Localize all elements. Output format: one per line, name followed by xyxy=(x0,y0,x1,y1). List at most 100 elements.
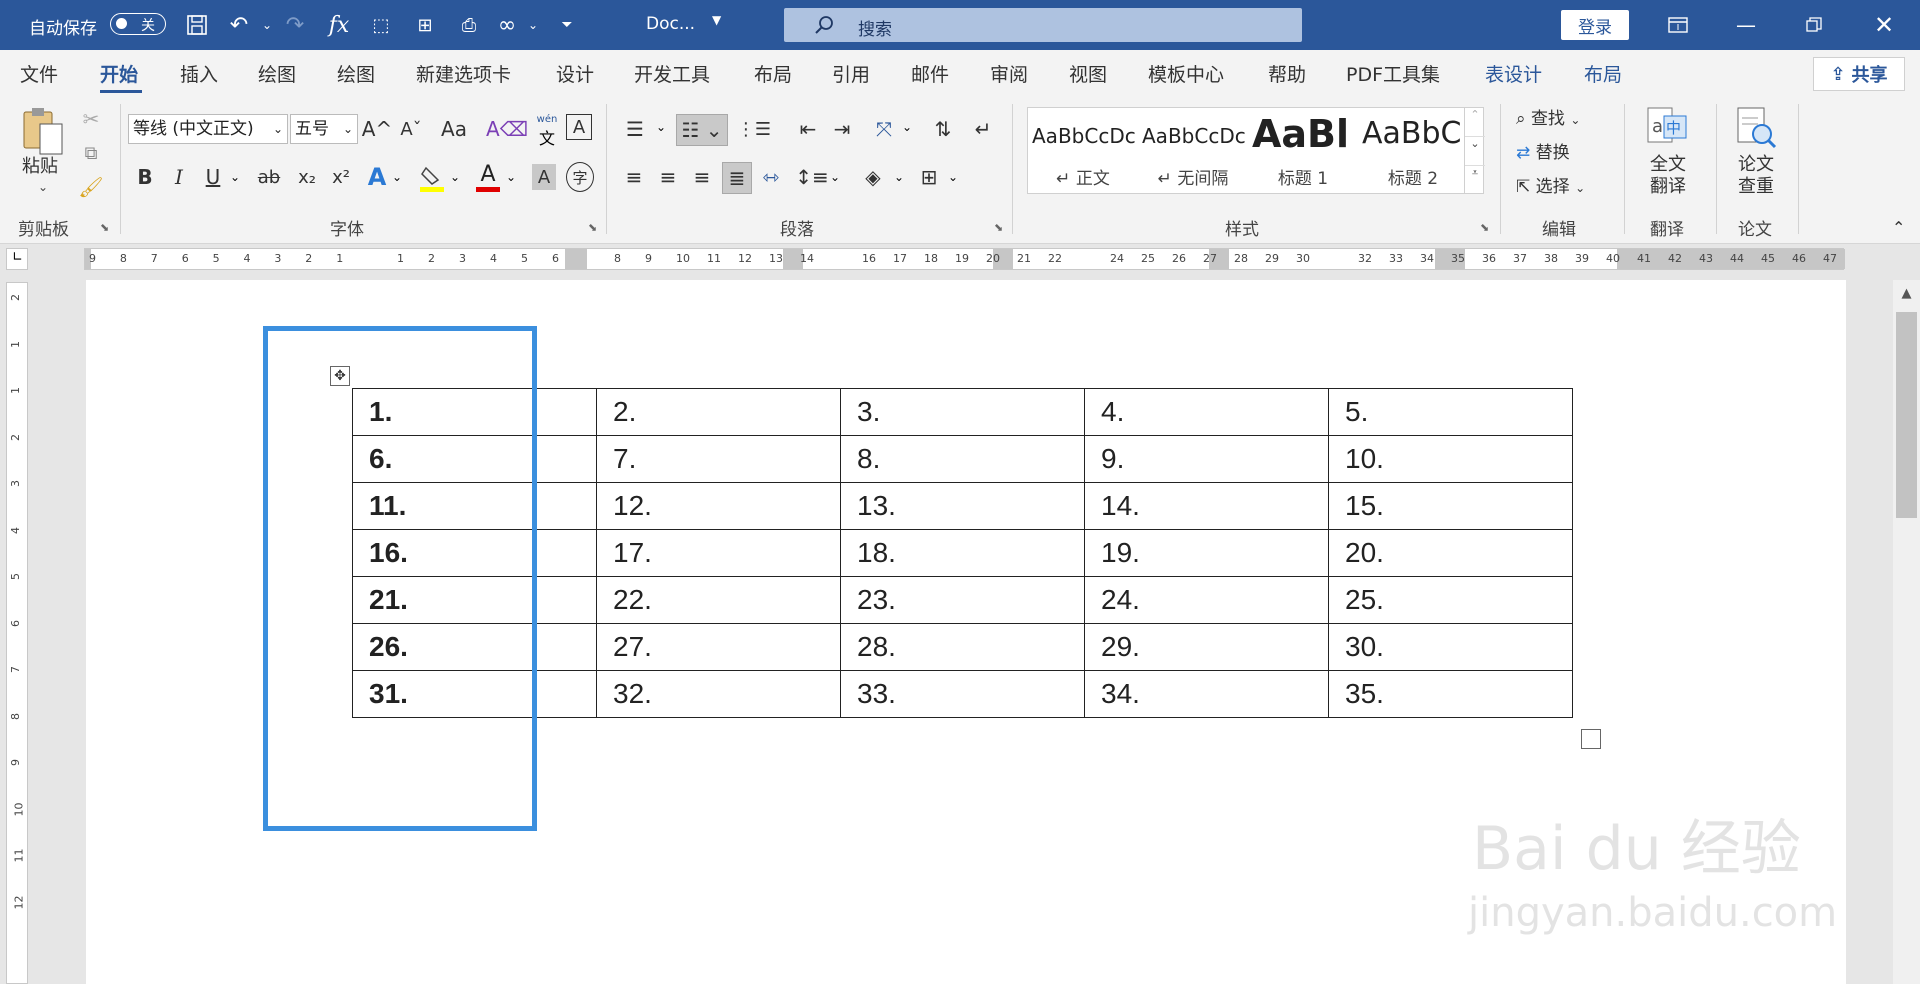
text-effects-icon[interactable]: A xyxy=(364,162,390,192)
table-cell[interactable]: 7. xyxy=(596,435,841,483)
clipboard-launcher-icon[interactable]: ⬊ xyxy=(100,221,109,234)
undo-dropdown-icon[interactable]: ⌄ xyxy=(252,10,282,40)
line-spacing-dropdown-icon[interactable]: ⌄ xyxy=(830,170,840,184)
hierarchy-icon[interactable]: ⊞ xyxy=(410,10,440,40)
font-launcher-icon[interactable]: ⬊ xyxy=(588,221,597,234)
superscript-button[interactable]: x² xyxy=(326,162,356,192)
tab-references[interactable]: 引用 xyxy=(832,60,870,87)
font-color-dropdown-icon[interactable]: ⌄ xyxy=(506,170,516,184)
search-input[interactable]: 搜索 xyxy=(784,8,1302,42)
align-left-icon[interactable]: ≡ xyxy=(620,162,648,192)
paper-check-label[interactable]: 论文 查重 xyxy=(1733,154,1779,198)
italic-button[interactable]: I xyxy=(166,162,192,192)
underline-button[interactable]: U xyxy=(200,162,226,192)
highlight-dropdown-icon[interactable]: ⌄ xyxy=(450,170,460,184)
shrink-font-button[interactable]: Aˇ xyxy=(396,114,426,144)
table-cell[interactable]: 12. xyxy=(596,482,841,530)
style-scroll-up-icon[interactable]: ⌃ xyxy=(1465,108,1485,136)
infinity-dropdown-icon[interactable]: ⌄ xyxy=(518,10,548,40)
table-cell[interactable]: 34. xyxy=(1084,670,1329,718)
scroll-up-icon[interactable]: ▲ xyxy=(1893,280,1920,306)
select-objects-icon[interactable]: ⬚ xyxy=(366,10,396,40)
login-button[interactable]: 登录 xyxy=(1561,10,1629,40)
doc-name-dropdown-icon[interactable]: ▼ xyxy=(712,13,721,27)
bold-button[interactable]: B xyxy=(132,162,158,192)
tab-file[interactable]: 文件 xyxy=(20,60,58,87)
tab-selector[interactable]: ∟ xyxy=(6,248,28,270)
paste-dropdown-icon[interactable]: ⌄ xyxy=(38,180,48,194)
translate-label[interactable]: 全文 翻译 xyxy=(1645,154,1691,198)
distributed-icon[interactable]: ⇿ xyxy=(756,162,786,192)
table-cell[interactable]: 22. xyxy=(596,576,841,624)
multilevel-list-icon[interactable]: ⋮☰ xyxy=(734,114,774,144)
tab-review[interactable]: 审阅 xyxy=(990,60,1028,87)
horizontal-ruler[interactable]: 9 8 7 6 5 4 3 2 1 1 2 3 4 5 6 8 9 10 11 12 13 14 16 17 18 19 20 21 2… xyxy=(84,248,1845,270)
document-icon[interactable]: ⎙ xyxy=(454,10,484,40)
style-normal[interactable]: AaBbCcDc ↵ 正文 xyxy=(1028,108,1138,193)
document-name[interactable]: Doc... xyxy=(646,14,695,34)
table-cell[interactable]: 8. xyxy=(840,435,1085,483)
table-cell[interactable]: 28. xyxy=(840,623,1085,671)
line-spacing-icon[interactable]: ↕≡ xyxy=(795,162,829,192)
subscript-button[interactable]: x₂ xyxy=(292,162,322,192)
text-direction-dropdown-icon[interactable]: ⌄ xyxy=(902,120,912,134)
collapse-ribbon-icon[interactable]: ⌃ xyxy=(1892,218,1905,237)
autosave-toggle[interactable]: 关 xyxy=(110,13,166,35)
highlight-icon[interactable] xyxy=(418,164,446,194)
customize-qat-icon[interactable]: ⏷ xyxy=(552,10,582,40)
cut-icon[interactable]: ✂ xyxy=(78,106,104,132)
ribbon-display-icon[interactable] xyxy=(1656,8,1700,42)
style-no-spacing[interactable]: AaBbCcDc ↵ 无间隔 xyxy=(1138,108,1248,193)
table-cell[interactable]: 13. xyxy=(840,482,1085,530)
formula-icon[interactable]: fx xyxy=(324,10,354,40)
tab-insert[interactable]: 插入 xyxy=(180,60,218,87)
text-direction-icon[interactable]: ⤧ xyxy=(866,114,902,144)
style-heading-2[interactable]: AaBbC 标题 2 xyxy=(1358,108,1468,193)
numbering-icon[interactable]: ☷ ⌄ xyxy=(676,114,728,146)
shading-dropdown-icon[interactable]: ⌄ xyxy=(894,170,904,184)
change-case-button[interactable]: Aa xyxy=(434,114,474,144)
tab-developer[interactable]: 开发工具 xyxy=(634,60,710,87)
replace-button[interactable]: ⇄ 替换 xyxy=(1516,138,1570,166)
table-cell[interactable]: 25. xyxy=(1328,576,1573,624)
style-scroll-down-icon[interactable]: ⌄ xyxy=(1465,136,1485,165)
borders-dropdown-icon[interactable]: ⌄ xyxy=(948,170,958,184)
tab-layout[interactable]: 布局 xyxy=(754,60,792,87)
table-cell[interactable]: 32. xyxy=(596,670,841,718)
shading-icon[interactable]: ◈ xyxy=(858,162,888,192)
scrollbar-thumb[interactable] xyxy=(1896,312,1917,518)
increase-indent-icon[interactable]: ⇥ xyxy=(828,114,856,144)
font-size-select[interactable]: 五号 ⌄ xyxy=(290,114,358,144)
restore-icon[interactable] xyxy=(1792,8,1836,42)
tab-view[interactable]: 视图 xyxy=(1069,60,1107,87)
table-cell[interactable]: 9. xyxy=(1084,435,1329,483)
tab-design[interactable]: 设计 xyxy=(556,60,594,87)
tab-template-center[interactable]: 模板中心 xyxy=(1148,60,1224,87)
table-cell[interactable]: 19. xyxy=(1084,529,1329,577)
find-button[interactable]: ⌕ 查找 ⌄ xyxy=(1516,104,1580,132)
redo-icon[interactable]: ↷ xyxy=(280,10,310,40)
table-cell[interactable]: 5. xyxy=(1328,388,1573,436)
decrease-indent-icon[interactable]: ⇤ xyxy=(794,114,822,144)
tab-pdf-tools[interactable]: PDF工具集 xyxy=(1346,60,1440,87)
table-cell[interactable]: 33. xyxy=(840,670,1085,718)
grow-font-button[interactable]: A^ xyxy=(362,114,392,144)
tab-new-tab[interactable]: 新建选项卡 xyxy=(416,60,511,87)
copy-icon[interactable]: ⧉ xyxy=(78,140,104,166)
table-cell[interactable]: 2. xyxy=(596,388,841,436)
justify-icon[interactable]: ≣ xyxy=(722,162,752,194)
table-cell[interactable]: 3. xyxy=(840,388,1085,436)
table-cell[interactable]: 18. xyxy=(840,529,1085,577)
table-cell[interactable]: 30. xyxy=(1328,623,1573,671)
tab-mailings[interactable]: 邮件 xyxy=(911,60,949,87)
paragraph-launcher-icon[interactable]: ⬊ xyxy=(994,221,1003,234)
tab-draw[interactable]: 绘图 xyxy=(258,60,296,87)
table-cell[interactable]: 35. xyxy=(1328,670,1573,718)
close-icon[interactable]: ✕ xyxy=(1862,8,1906,42)
style-more-icon[interactable]: ⩡ xyxy=(1465,165,1485,194)
table-cell[interactable]: 4. xyxy=(1084,388,1329,436)
table-cell[interactable]: 10. xyxy=(1328,435,1573,483)
undo-icon[interactable]: ↶ xyxy=(224,10,254,40)
char-shading-icon[interactable]: A xyxy=(532,164,556,190)
table-resize-handle[interactable] xyxy=(1581,729,1601,749)
